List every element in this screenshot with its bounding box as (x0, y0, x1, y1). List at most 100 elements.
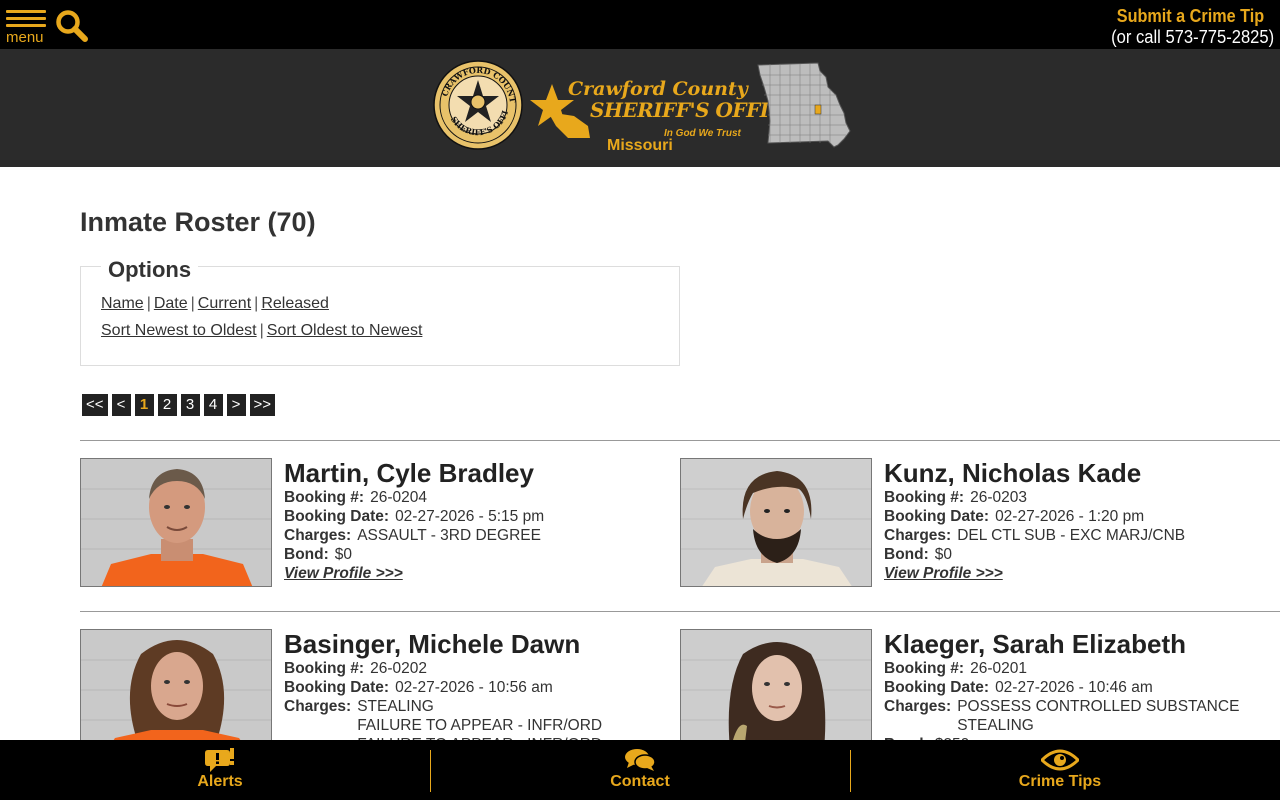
mugshot-image (81, 459, 271, 586)
pager-page-3[interactable]: 3 (180, 394, 200, 416)
booking-date-label: Booking Date: (884, 508, 990, 525)
logo-state: Missouri (607, 137, 673, 154)
charge-item: POSSESS CONTROLLED SUBSTANCE (957, 698, 1240, 715)
logo-motto: In God We Trust (664, 128, 741, 139)
bond: Bond: $0 (884, 545, 1274, 564)
search-button[interactable] (55, 9, 89, 43)
booking-date-value: 02-27-2026 - 10:56 am (395, 679, 553, 696)
inmate-photo[interactable] (80, 458, 272, 587)
booking-date-value: 02-27-2026 - 5:15 pm (395, 508, 545, 525)
hamburger-icon (6, 10, 46, 13)
crime-tip-link[interactable]: Submit a Crime Tip (or call 573-775-2825… (1097, 6, 1274, 48)
alerts-button[interactable]: Alerts (10, 740, 430, 800)
sort-name-link[interactable]: Name (101, 295, 144, 312)
pager-page-1[interactable]: 1 (134, 394, 154, 416)
menu-label: menu (6, 29, 44, 46)
booking-date: Booking Date: 02-27-2026 - 10:56 am (284, 678, 674, 697)
inmate-name: Klaeger, Sarah Elizabeth (884, 629, 1187, 659)
alerts-label: Alerts (197, 773, 243, 790)
booking-number-value: 26-0204 (370, 489, 427, 506)
pager-first[interactable]: << (82, 394, 108, 416)
sheriff-logo[interactable]: Crawford County SHERIFF'S OFFICE In God … (530, 76, 799, 160)
divider (80, 611, 1280, 612)
pager-last[interactable]: >> (249, 394, 276, 416)
booking-date: Booking Date: 02-27-2026 - 5:15 pm (284, 507, 674, 526)
top-bar: menu Submit a Crime Tip (or call 573-775… (0, 0, 1280, 49)
mugshot-image (681, 630, 871, 757)
search-icon (56, 10, 88, 42)
inmate-info: Martin, Cyle Bradley Booking #: 26-0204 B… (284, 458, 674, 583)
booking-date-label: Booking Date: (884, 679, 990, 696)
pager-page-2[interactable]: 2 (157, 394, 177, 416)
booking-number: Booking #: 26-0202 (284, 659, 674, 678)
order-options: Sort Newest to Oldest | Sort Oldest to New… (101, 322, 422, 340)
sort-newest-link[interactable]: Sort Newest to Oldest (101, 322, 257, 339)
bond-label: Bond: (284, 546, 329, 563)
separator: | (190, 295, 195, 312)
booking-number-label: Booking #: (284, 660, 365, 677)
divider (80, 440, 1280, 441)
booking-number: Booking #: 26-0203 (884, 488, 1274, 507)
chat-bubbles-icon (625, 749, 655, 771)
inmate-photo[interactable] (80, 629, 272, 758)
bond: Bond: $0 (284, 545, 674, 564)
header-banner: CRAWFORD COUNTY SHERIFF'S OFFICE Crawfor… (0, 49, 1280, 167)
sort-date-link[interactable]: Date (154, 295, 188, 312)
charge-item: DEL CTL SUB - EXC MARJ/CNB (957, 527, 1186, 544)
page-title: Inmate Roster (70) (80, 207, 316, 237)
view-profile-link[interactable]: View Profile >>> (284, 564, 403, 583)
booking-number-value: 26-0203 (970, 489, 1027, 506)
booking-date-value: 02-27-2026 - 10:46 am (995, 679, 1153, 696)
sort-options: Name | Date | Current | Released (101, 295, 329, 313)
tip-phone[interactable]: (or call 573-775-2825) (1111, 26, 1274, 48)
booking-number-value: 26-0201 (970, 660, 1027, 677)
sort-oldest-link[interactable]: Sort Oldest to Newest (267, 322, 423, 339)
charges-label: Charges: (884, 527, 952, 544)
sheriff-seal-icon[interactable]: CRAWFORD COUNTY SHERIFF'S OFFICE (433, 60, 523, 150)
inmate-photo[interactable] (680, 458, 872, 587)
charge-item: STEALING (357, 698, 434, 715)
charge-item: ASSAULT - 3RD DEGREE (357, 527, 541, 544)
options-legend: Options (101, 257, 199, 283)
options-panel: Options Name | Date | Current | Released Sort … (80, 257, 680, 366)
menu-button[interactable]: menu (6, 10, 48, 48)
booking-number-label: Booking #: (884, 660, 965, 677)
inmate-card: Kunz, Nicholas Kade Booking #: 26-0203 Bo… (680, 458, 1280, 588)
inmate-photo[interactable] (680, 629, 872, 758)
tip-title[interactable]: Submit a Crime Tip (1114, 6, 1264, 26)
mugshot-image (81, 630, 271, 757)
bottom-nav: Alerts Contact Crime Tips (0, 740, 1280, 800)
pager-prev[interactable]: < (111, 394, 131, 416)
view-profile-link[interactable]: View Profile >>> (884, 564, 1003, 583)
inmate-name: Basinger, Michele Dawn (284, 629, 581, 659)
logo-line1: Crawford County (568, 78, 748, 100)
booking-date-value: 02-27-2026 - 1:20 pm (995, 508, 1145, 525)
crime-tips-button[interactable]: Crime Tips (850, 740, 1270, 800)
separator: | (254, 295, 259, 312)
pager-page-4[interactable]: 4 (203, 394, 223, 416)
alert-bubble-icon (205, 748, 234, 772)
mugshot-image (681, 459, 871, 586)
booking-number: Booking #: 26-0204 (284, 488, 674, 507)
inmate-info: Kunz, Nicholas Kade Booking #: 26-0203 Bo… (884, 458, 1274, 583)
inmate-info: Basinger, Michele Dawn Booking #: 26-0202… (284, 629, 674, 754)
booking-number-label: Booking #: (284, 489, 365, 506)
charges-label: Charges: (284, 527, 352, 544)
booking-date-label: Booking Date: (284, 679, 390, 696)
pagination: << < 1 2 3 4 > >> (82, 394, 276, 416)
hamburger-icon-bar (6, 24, 46, 27)
charges: Charges: DEL CTL SUB - EXC MARJ/CNB (884, 526, 1274, 545)
separator: | (259, 322, 264, 339)
bond-value: $0 (334, 546, 353, 563)
contact-button[interactable]: Contact (430, 740, 850, 800)
crime-tips-label: Crime Tips (1018, 773, 1102, 790)
charges: Charges: POSSESS CONTROLLED SUBSTANCE STEA… (884, 697, 1274, 735)
booking-number: Booking #: 26-0201 (884, 659, 1274, 678)
filter-current-link[interactable]: Current (198, 295, 251, 312)
inmate-card: Martin, Cyle Bradley Booking #: 26-0204 B… (80, 458, 680, 588)
inmate-info: Klaeger, Sarah Elizabeth Booking #: 26-02… (884, 629, 1274, 754)
pager-next[interactable]: > (226, 394, 246, 416)
filter-released-link[interactable]: Released (261, 295, 329, 312)
booking-number-value: 26-0202 (370, 660, 427, 677)
charge-item: FAILURE TO APPEAR - INFR/ORD (357, 717, 603, 734)
